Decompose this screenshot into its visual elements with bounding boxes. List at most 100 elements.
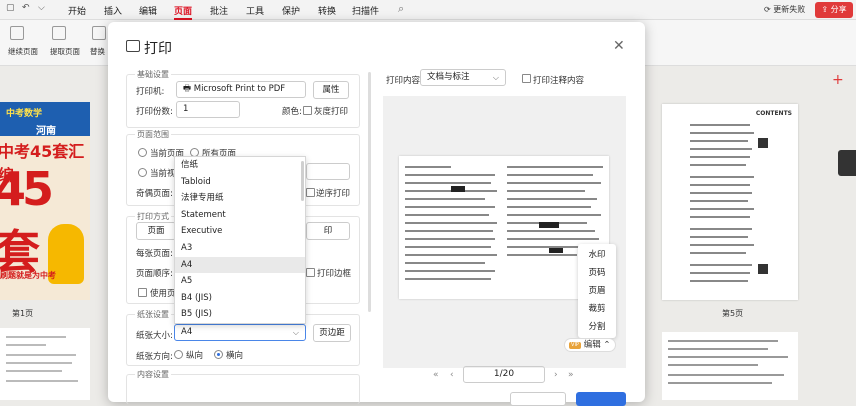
paper-option[interactable]: Statement — [175, 207, 305, 224]
print-button[interactable] — [576, 392, 626, 406]
crop-menu-item[interactable]: 裁剪 — [578, 302, 616, 314]
print-content-label: 打印内容: — [386, 76, 423, 86]
page-thumbnail-5[interactable]: CONTENTS — [662, 104, 798, 300]
tab-edit[interactable]: 编辑 — [139, 4, 157, 17]
paper-option[interactable]: A3 — [175, 240, 305, 257]
ribbon-menubar: ▢ ↶ ⌵ 开始 插入 编辑 页面 批注 工具 保护 转换 扫描件 ⌕ ⟳ 更新… — [0, 0, 856, 20]
use-page-checkbox[interactable] — [138, 288, 147, 297]
tab-start[interactable]: 开始 — [68, 4, 86, 17]
watermark-menu-item[interactable]: 水印 — [578, 248, 616, 260]
reverse-checkbox[interactable] — [306, 188, 315, 197]
share-button[interactable]: ⇪ 分享 — [815, 2, 853, 18]
paper-option[interactable]: B5 (JIS) — [175, 306, 305, 323]
paper-size-select[interactable]: A4 ⌵ — [174, 324, 306, 341]
qr-code-icon — [758, 264, 768, 274]
annotation-checkbox[interactable] — [522, 74, 531, 83]
edit-button[interactable]: VIP 编辑 ⌃ — [564, 338, 616, 352]
qr-code-icon — [758, 138, 768, 148]
cover-region: 河南 — [36, 126, 56, 137]
copies-input[interactable]: 1 — [176, 101, 240, 118]
continue-page-button[interactable]: 继续页面 — [8, 46, 38, 57]
paper-option[interactable]: Tabloid — [175, 174, 305, 191]
contents-header: CONTENTS — [755, 110, 792, 117]
page-order-label: 页面顺序: — [136, 269, 173, 279]
header-menu-item[interactable]: 页眉 — [578, 284, 616, 296]
copies-label: 打印份数: — [136, 107, 173, 117]
reverse-label: 逆序打印 — [316, 189, 351, 199]
cancel-button[interactable] — [510, 392, 566, 406]
page-label-1: 第1页 — [12, 309, 34, 318]
printer-device-icon: 🖶 — [183, 84, 192, 94]
tab-scan[interactable]: 扫描件 — [352, 4, 379, 17]
landscape-label: 横向 — [226, 351, 244, 361]
paper-option[interactable]: B4 (JIS) — [175, 290, 305, 307]
page-mode-button[interactable]: 页面 — [136, 222, 176, 240]
close-icon[interactable]: ✕ — [613, 38, 625, 54]
margin-button[interactable]: 页边距 — [313, 324, 351, 342]
prev-page-icon[interactable]: ‹ — [450, 370, 454, 380]
printer-select[interactable]: 🖶 Microsoft Print to PDF — [176, 81, 306, 98]
gray-checkbox[interactable] — [303, 106, 312, 115]
page-thumbnail-6[interactable] — [662, 332, 798, 400]
tab-page[interactable]: 页面 — [174, 4, 193, 20]
odd-even-label: 奇偶页面: — [136, 189, 173, 199]
print-dialog: 打印 ✕ 基础设置 打印机: 🖶 Microsoft Print to PDF … — [108, 22, 645, 406]
paper-option[interactable]: Executive — [175, 223, 305, 240]
gray-label: 灰度打印 — [314, 107, 349, 117]
chevron-down-icon: ⌵ — [492, 73, 499, 82]
last-page-icon[interactable]: » — [568, 370, 574, 380]
replace-page-icon[interactable] — [92, 26, 106, 40]
annotation-label: 打印注释内容 — [533, 76, 585, 86]
paper-option[interactable]: A5 — [175, 273, 305, 290]
replace-page-button[interactable]: 替换 — [90, 46, 105, 57]
split-menu-item[interactable]: 分割 — [578, 320, 616, 332]
add-icon[interactable]: + — [832, 72, 844, 88]
border-checkbox[interactable] — [306, 268, 315, 277]
update-status[interactable]: ⟳ 更新失败 — [764, 4, 805, 15]
landscape-radio[interactable] — [214, 350, 223, 359]
orientation-label: 纸张方向: — [136, 352, 173, 362]
page-indicator[interactable]: 1/20 — [463, 366, 545, 383]
portrait-radio[interactable] — [174, 350, 183, 359]
page-range-input[interactable] — [306, 163, 350, 180]
page-number-menu-item[interactable]: 页码 — [578, 266, 616, 278]
tab-convert[interactable]: 转换 — [318, 4, 336, 17]
properties-button[interactable]: 属性 — [313, 81, 349, 99]
color-label: 颜色: — [282, 107, 302, 117]
extract-page-button[interactable]: 提取页面 — [50, 46, 80, 57]
undo-icon[interactable]: ↶ — [22, 3, 30, 13]
paper-option-selected[interactable]: A4 — [175, 256, 305, 274]
page-thumbnail-1[interactable]: 中考数学 河南 中考45套汇编 45套 刷题就是为中考 — [0, 102, 90, 300]
side-panel-toggle[interactable] — [838, 150, 856, 176]
paper-size-label: 纸张大小: — [136, 331, 173, 341]
mode-option-button[interactable]: 印 — [306, 222, 350, 240]
tab-tools[interactable]: 工具 — [246, 4, 264, 17]
cover-subject: 中考数学 — [6, 109, 43, 119]
chevron-down-icon[interactable]: ⌵ — [38, 3, 45, 13]
extract-page-icon[interactable] — [52, 26, 66, 40]
save-icon[interactable]: ▢ — [6, 3, 15, 13]
page-thumbnail-2[interactable] — [0, 328, 90, 400]
current-page-radio[interactable] — [138, 148, 147, 157]
tab-insert[interactable]: 插入 — [104, 4, 122, 17]
print-content-select[interactable]: 文档与标注 ⌵ — [420, 69, 506, 86]
printer-label: 打印机: — [136, 87, 165, 97]
first-page-icon[interactable]: « — [433, 370, 439, 380]
settings-scrollbar[interactable] — [368, 72, 371, 312]
border-label: 打印边框 — [317, 269, 352, 279]
dropdown-scrollbar[interactable] — [301, 161, 304, 201]
tab-annotate[interactable]: 批注 — [210, 4, 228, 17]
page-label-5: 第5页 — [722, 309, 744, 318]
page-tool-icon[interactable] — [10, 26, 24, 40]
chevron-down-icon: ⌵ — [292, 328, 299, 337]
printer-icon — [126, 40, 140, 52]
paper-option[interactable]: 法律专用纸 — [175, 190, 305, 207]
search-icon[interactable]: ⌕ — [398, 2, 404, 16]
portrait-label: 纵向 — [186, 351, 204, 361]
next-page-icon[interactable]: › — [554, 370, 558, 380]
dialog-title: 打印 — [126, 38, 172, 58]
cover-promo: 刷题就是为中考 — [0, 271, 56, 280]
current-view-radio[interactable] — [138, 168, 147, 177]
paper-option[interactable]: 信纸 — [175, 157, 305, 174]
tab-protect[interactable]: 保护 — [282, 4, 300, 17]
